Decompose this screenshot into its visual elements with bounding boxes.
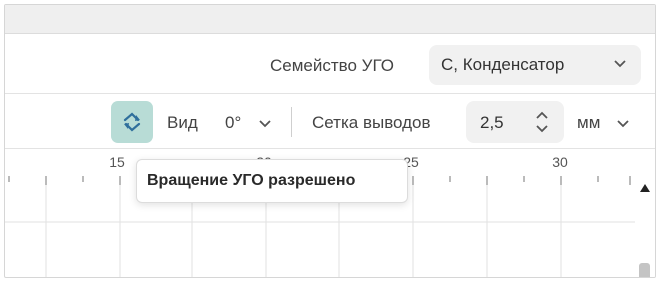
- angle-select[interactable]: 0°: [225, 113, 241, 133]
- ruler-label: 15: [109, 154, 125, 170]
- family-select[interactable]: С, Конденсатор: [429, 45, 641, 85]
- chevron-down-icon: [614, 60, 626, 68]
- editor-panel: Семейство УГО С, Конденсатор Вид 0° Сетк…: [4, 4, 656, 278]
- toolbar-divider: [291, 107, 292, 137]
- unit-select[interactable]: мм: [577, 113, 600, 133]
- grid-label: Сетка выводов: [312, 113, 431, 132]
- rotate-arrows-icon: [123, 112, 141, 132]
- family-value: С, Конденсатор: [441, 55, 565, 74]
- rotation-tooltip: Вращение УГО разрешено: [136, 159, 408, 203]
- view-label: Вид: [167, 113, 198, 132]
- title-bar: [5, 5, 655, 34]
- chevron-down-icon[interactable]: [616, 119, 630, 129]
- rotate-toggle-button[interactable]: [111, 101, 153, 143]
- family-label: Семейство УГО: [270, 56, 394, 75]
- grid-stepper[interactable]: 2,5: [466, 101, 564, 143]
- stepper-arrows-icon[interactable]: [534, 110, 550, 134]
- grid-value[interactable]: 2,5: [480, 113, 504, 133]
- view-toolbar: Вид 0° Сетка выводов 2,5 мм: [5, 94, 655, 149]
- vertical-scrollbar[interactable]: [635, 149, 655, 277]
- family-row: Семейство УГО С, Конденсатор: [5, 34, 655, 94]
- tooltip-text: Вращение УГО разрешено: [147, 172, 356, 189]
- ruler-label: 30: [552, 154, 568, 170]
- chevron-down-icon[interactable]: [258, 119, 272, 129]
- scroll-up-icon[interactable]: [639, 183, 651, 193]
- scroll-thumb[interactable]: [639, 263, 650, 277]
